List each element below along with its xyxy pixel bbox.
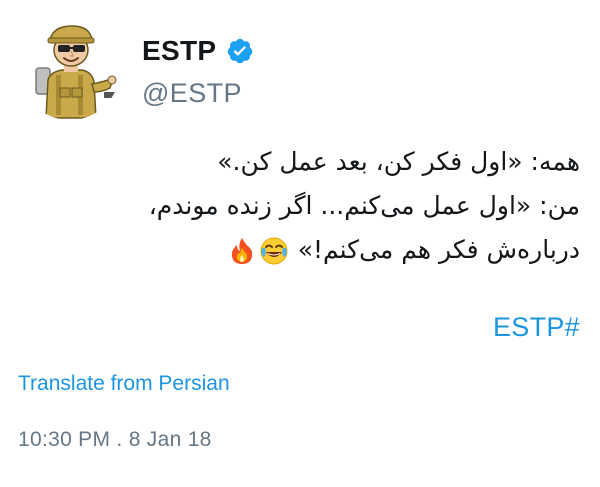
tweet-header: ESTP @ESTP bbox=[20, 20, 254, 120]
tweet-line-1: همه: «اول فکر کن، بعد عمل کن.» bbox=[217, 147, 580, 176]
translate-link[interactable]: Translate from Persian bbox=[18, 372, 230, 396]
handle[interactable]: @ESTP bbox=[142, 78, 254, 109]
avatar[interactable] bbox=[20, 20, 120, 120]
tweet-line-3-wrapper: درباره‌ش فکر هم می‌کنم!» bbox=[20, 228, 580, 272]
display-name[interactable]: ESTP bbox=[142, 35, 216, 67]
fire-emoji-icon bbox=[227, 236, 257, 266]
hashtag-link[interactable]: ESTP# bbox=[493, 312, 580, 343]
tweet-card: ESTP @ESTP همه: «اول فکر کن، بعد عمل کن.… bbox=[0, 0, 600, 487]
author-names: ESTP @ESTP bbox=[142, 34, 254, 109]
timestamp[interactable]: 10:30 PM . 8 Jan 18 bbox=[18, 428, 212, 452]
tears-of-joy-emoji-icon bbox=[259, 236, 289, 266]
tweet-line-3: درباره‌ش فکر هم می‌کنم!» bbox=[297, 235, 580, 264]
cartoon-explorer-avatar-icon bbox=[35, 25, 117, 119]
verified-badge-icon bbox=[226, 37, 254, 65]
tweet-text: همه: «اول فکر کن، بعد عمل کن.» من: «اول … bbox=[20, 140, 580, 272]
tweet-line-2: من: «اول عمل می‌کنم... اگر زنده موندم، bbox=[148, 191, 580, 220]
display-name-row: ESTP bbox=[142, 34, 254, 68]
